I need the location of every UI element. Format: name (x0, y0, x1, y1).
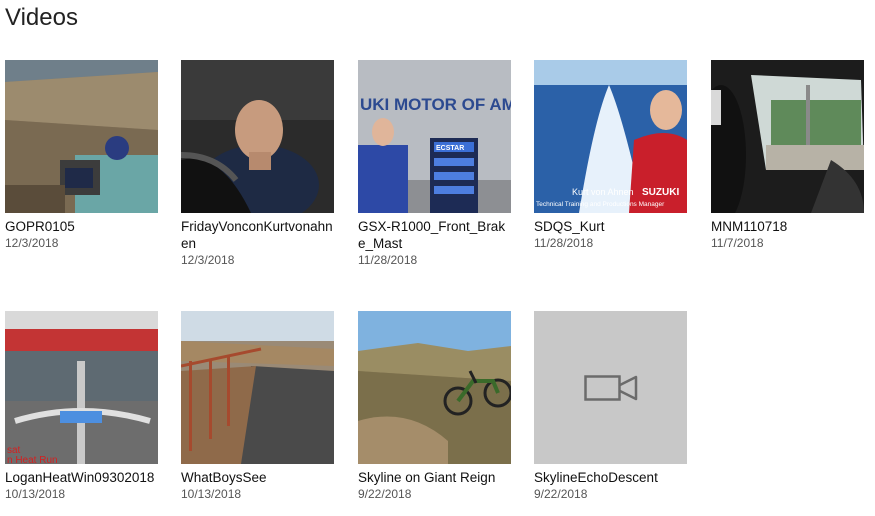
video-date: 11/7/2018 (711, 236, 764, 250)
video-date: 10/13/2018 (5, 487, 66, 501)
video-date: 12/3/2018 (5, 236, 59, 250)
video-date: 11/28/2018 (534, 236, 594, 250)
caption-role: Technical Training and Productions Manag… (536, 201, 665, 208)
video-date: 9/22/2018 (358, 487, 412, 501)
page-title: Videos (5, 4, 78, 31)
video-tile[interactable]: UKI MOTOR OF AM ECSTAR GSX-R1000_Front_B… (358, 60, 511, 268)
video-thumbnail[interactable]: UKI MOTOR OF AM ECSTAR (358, 60, 511, 213)
video-title: Skyline on Giant Reign (358, 470, 496, 485)
video-tile[interactable]: Kurt von Ahnen Technical Training and Pr… (534, 60, 687, 251)
video-thumbnail[interactable] (5, 60, 158, 213)
video-thumbnail[interactable]: sat n Heat Run (5, 311, 158, 464)
caption-name: Kurt von Ahnen (572, 187, 634, 197)
video-thumbnail[interactable] (181, 60, 334, 213)
video-date: 9/22/2018 (534, 487, 588, 501)
video-tile[interactable]: SkylineEchoDescent 9/22/2018 (534, 311, 687, 502)
video-camera-icon (583, 374, 637, 401)
brand-lettering: SUZUKI (642, 187, 679, 198)
overlay-text-2: n Heat Run (7, 455, 58, 464)
video-date: 10/13/2018 (181, 487, 242, 501)
video-thumbnail-placeholder[interactable] (534, 311, 687, 464)
video-thumbnail[interactable] (711, 60, 864, 213)
video-tile[interactable]: GOPR0105 12/3/2018 (5, 60, 158, 251)
video-tile[interactable]: FridayVonconKurtvonahnen 12/3/2018 (181, 60, 334, 268)
video-title: FridayVonconKurtvonahnen (181, 219, 333, 251)
video-title: SDQS_Kurt (534, 219, 605, 234)
video-tile[interactable]: Skyline on Giant Reign 9/22/2018 (358, 311, 511, 502)
wall-lettering: UKI MOTOR OF AM (360, 95, 511, 114)
video-tile[interactable]: MNM110718 11/7/2018 (711, 60, 864, 251)
video-thumbnail[interactable] (358, 311, 511, 464)
video-title: LoganHeatWin09302018 (5, 470, 155, 485)
video-title: SkylineEchoDescent (534, 470, 658, 485)
video-thumbnail[interactable]: Kurt von Ahnen Technical Training and Pr… (534, 60, 687, 213)
video-title: MNM110718 (711, 219, 788, 234)
video-date: 11/28/2018 (358, 253, 418, 267)
video-title: WhatBoysSee (181, 470, 267, 485)
video-tile[interactable]: WhatBoysSee 10/13/2018 (181, 311, 334, 502)
video-date: 12/3/2018 (181, 253, 235, 267)
video-tile[interactable]: sat n Heat Run LoganHeatWin09302018 10/1… (5, 311, 158, 502)
video-thumbnail[interactable] (181, 311, 334, 464)
video-title: GSX-R1000_Front_Brake_Mast (358, 219, 506, 251)
sign-lettering: ECSTAR (436, 145, 464, 152)
video-title: GOPR0105 (5, 219, 75, 234)
